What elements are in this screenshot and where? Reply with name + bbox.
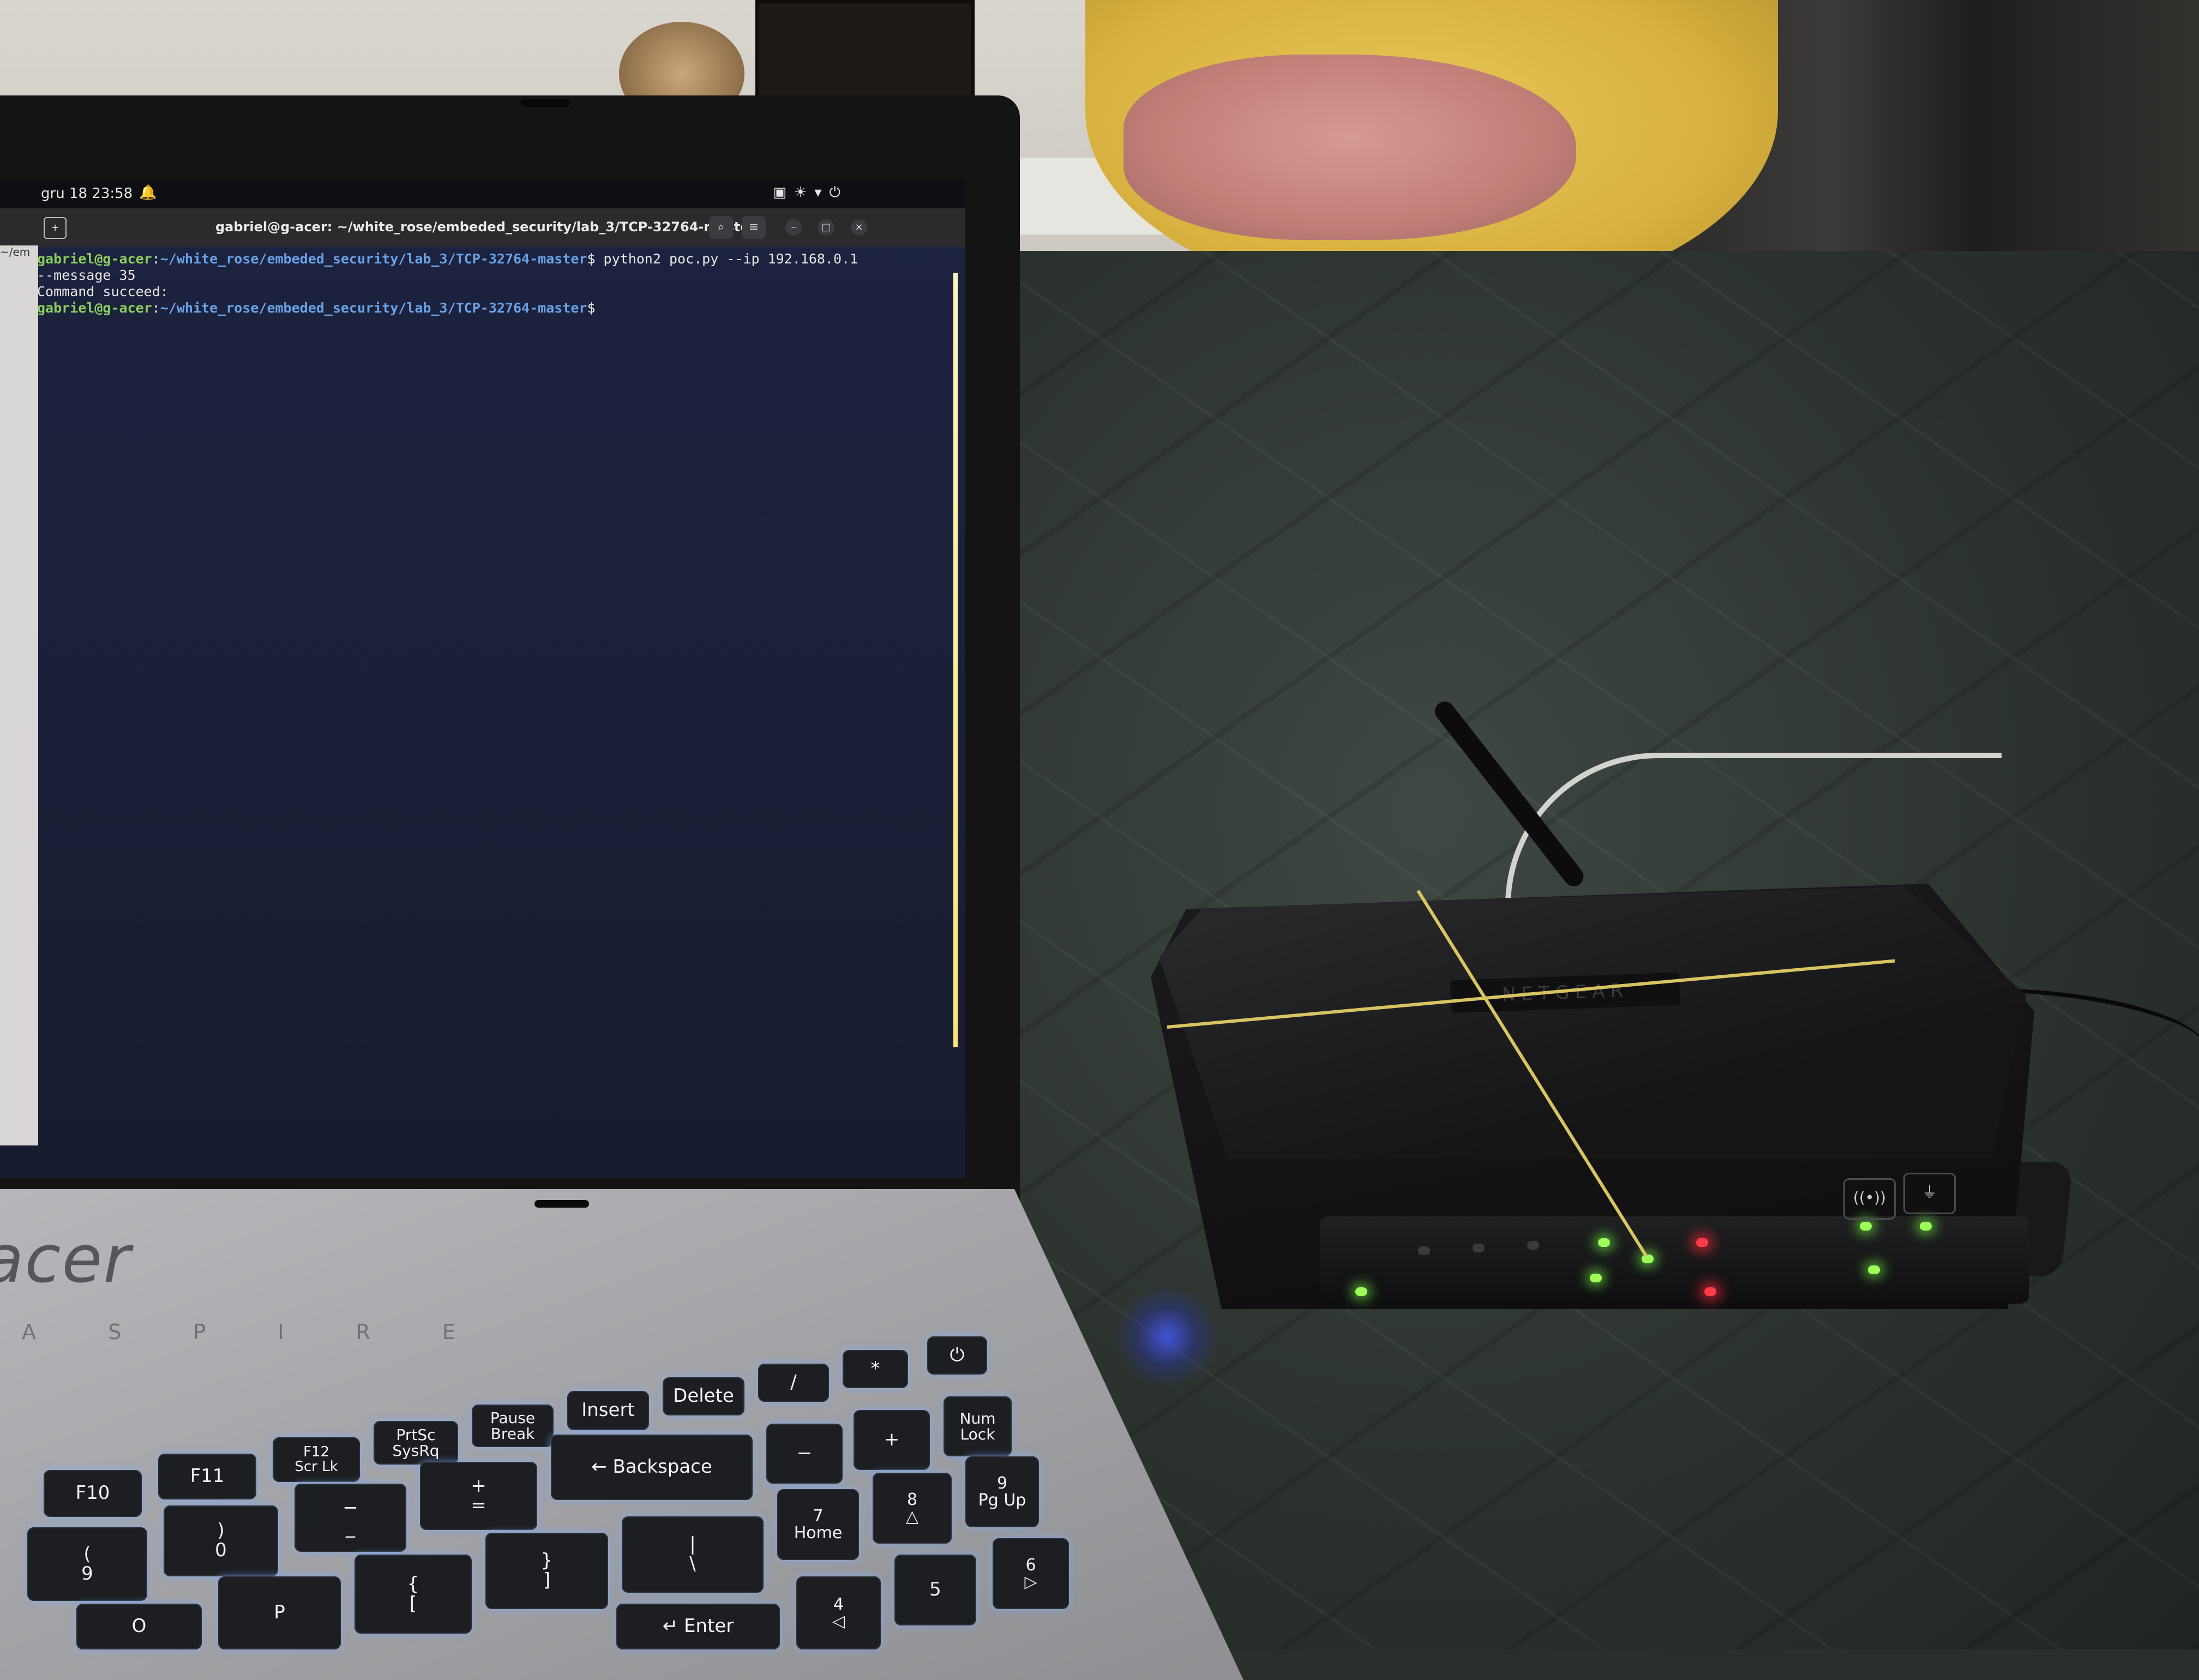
numpad-5-key[interactable]: 5 — [894, 1555, 976, 1625]
pause-break-key[interactable]: Pause Break — [472, 1405, 554, 1447]
backlit-keyboard: ⏻ * / Delete Insert Pause Break PrtSc Sy… — [0, 0, 2199, 1649]
f12-key[interactable]: F12 Scr Lk — [273, 1437, 360, 1482]
lparen-nine-key[interactable]: ( 9 — [27, 1527, 147, 1601]
o-key[interactable]: O — [76, 1604, 202, 1649]
p-key[interactable]: P — [218, 1576, 341, 1649]
minus-underscore-key[interactable]: − _ — [295, 1484, 406, 1552]
brace-right-key[interactable]: } ] — [485, 1533, 608, 1609]
numpad-9-key[interactable]: 9 Pg Up — [965, 1456, 1039, 1527]
f10-key[interactable]: F10 — [44, 1470, 142, 1517]
numpad-7-key[interactable]: 7 Home — [777, 1489, 859, 1560]
f11-key[interactable]: F11 — [158, 1454, 256, 1499]
rparen-zero-key[interactable]: ) 0 — [164, 1505, 278, 1576]
pipe-backslash-key[interactable]: | \ — [622, 1516, 764, 1593]
numpad-4-key[interactable]: 4 ◁ — [796, 1576, 881, 1649]
prtsc-key[interactable]: PrtSc SysRq — [374, 1421, 458, 1465]
star-key[interactable]: * — [843, 1350, 908, 1388]
plus-key[interactable]: + — [854, 1410, 930, 1470]
plus-equals-key[interactable]: + = — [420, 1462, 537, 1530]
brace-left-key[interactable]: { [ — [355, 1555, 472, 1634]
insert-key[interactable]: Insert — [567, 1391, 649, 1430]
backspace-key[interactable]: ← Backspace — [551, 1435, 753, 1500]
numlock-key[interactable]: Num Lock — [944, 1396, 1012, 1456]
power-key[interactable]: ⏻ — [927, 1336, 987, 1375]
numpad-8-key[interactable]: 8 △ — [873, 1473, 952, 1544]
slash-key[interactable]: / — [758, 1364, 829, 1402]
minus-key[interactable]: − — [766, 1424, 843, 1484]
enter-key[interactable]: ↵ Enter — [616, 1604, 780, 1649]
delete-key[interactable]: Delete — [663, 1377, 744, 1415]
numpad-6-key[interactable]: 6 ▷ — [993, 1538, 1069, 1609]
